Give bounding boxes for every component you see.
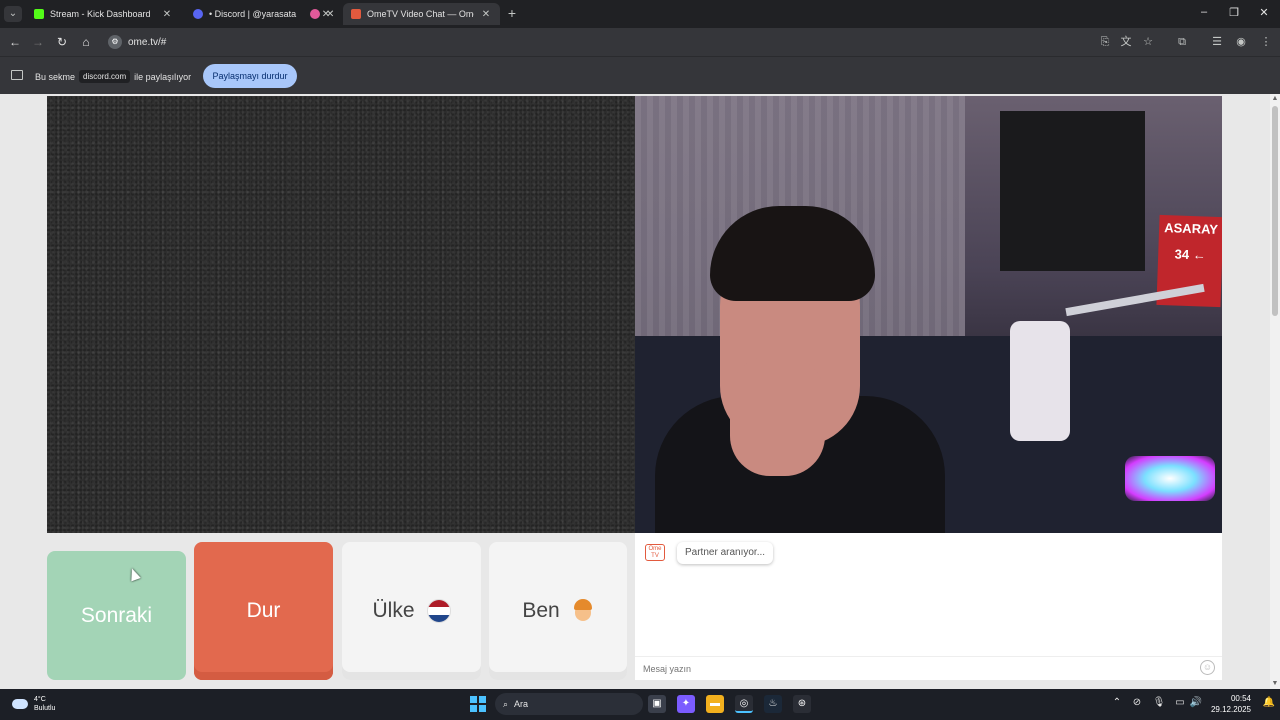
ometv-logo-icon: Ome TV [645, 544, 665, 561]
translate-icon[interactable]: 文 [1119, 35, 1133, 49]
tray-chevron-icon[interactable]: ⌃ [1110, 697, 1124, 708]
close-icon[interactable]: ✕ [161, 9, 173, 20]
clock-time: 00:54 [1230, 694, 1251, 703]
back-arrow-icon[interactable]: ← [7, 34, 23, 50]
message-input[interactable] [635, 656, 1222, 680]
taskbar-search[interactable]: ⌕ Ara [495, 693, 643, 715]
screen-share-icon [11, 70, 23, 80]
tab-search-chevron-icon[interactable]: ⌄ [4, 6, 22, 22]
volume-icon[interactable]: 🔊 [1189, 697, 1203, 708]
network-icon[interactable]: ▭ [1173, 697, 1187, 708]
restore-icon[interactable]: ❐ [1227, 6, 1241, 19]
tab-kick-dashboard[interactable]: Stream - Kick Dashboard ✕ [26, 3, 181, 25]
microphone-icon[interactable]: 🎙 [1152, 697, 1166, 708]
wall-poster [1000, 111, 1145, 271]
search-label: Ara [514, 699, 529, 709]
me-label: Ben [522, 599, 560, 622]
search-icon: ⌕ [503, 698, 509, 709]
page-scrollbar[interactable]: ▲ ▼ [1270, 94, 1280, 689]
notification-bell-icon[interactable]: 🔔 [1262, 697, 1276, 708]
boy-avatar-icon [572, 599, 594, 623]
self-camera-video: ASARAY 34 ← [635, 96, 1222, 533]
record-icon [310, 9, 320, 19]
url-text: ome.tv/# [128, 36, 167, 48]
ometv-icon [351, 9, 361, 19]
copilot-icon[interactable]: ✦ [677, 695, 695, 713]
stop-button[interactable]: Dur [194, 542, 333, 680]
profile-icon[interactable]: ◉ [1234, 35, 1248, 49]
sharing-prefix: Bu sekme [35, 71, 76, 82]
bookmark-star-icon[interactable]: ☆ [1141, 35, 1155, 49]
taskbar-clock[interactable]: 00:54 29.12.2025 [1205, 693, 1251, 715]
tab-title: Stream - Kick Dashboard [50, 9, 151, 19]
reading-list-icon[interactable]: ☰ [1210, 35, 1224, 49]
scroll-down-icon[interactable]: ▼ [1270, 679, 1280, 689]
chat-panel: Ome TV Partner aranıyor... ☺ [635, 533, 1222, 680]
stop-sharing-button[interactable]: Paylaşmayı durdur [203, 64, 297, 88]
tab-title: • Discord | @yarasata [209, 9, 297, 19]
file-explorer-icon[interactable]: ▬ [706, 695, 724, 713]
netherlands-flag-icon [426, 599, 451, 623]
clock-date: 29.12.2025 [1210, 705, 1251, 714]
rgb-light [1125, 456, 1215, 501]
me-button[interactable]: Ben [489, 542, 627, 680]
tab-ometv[interactable]: OmeTV Video Chat — Ome ✕ [343, 3, 500, 25]
install-app-icon[interactable]: ⎘ [1098, 35, 1112, 49]
tab-title: OmeTV Video Chat — Ome [367, 9, 474, 19]
tab-sharing-bar: Bu sekme discord.com ile paylaşılıyor Pa… [0, 56, 1280, 94]
reload-icon[interactable]: ↻ [54, 34, 70, 50]
sharing-site: discord.com [79, 70, 131, 83]
site-info-icon[interactable]: ⚙ [108, 35, 122, 49]
app-icon[interactable]: ⊛ [793, 695, 811, 713]
country-label: Ülke [372, 599, 415, 622]
close-icon[interactable]: ✕ [326, 9, 334, 20]
weather-widget[interactable]: 4°C Bulutlu [12, 695, 55, 713]
menu-kebab-icon[interactable]: ⋮ [1259, 35, 1273, 49]
next-button[interactable]: Sonraki [47, 551, 186, 680]
weather-desc: Bulutlu [34, 705, 56, 712]
extensions-icon[interactable]: ⧉ [1175, 35, 1189, 49]
microphone [1010, 321, 1070, 441]
close-icon[interactable]: ✕ [480, 9, 492, 20]
address-bar[interactable]: ⚙ ome.tv/# [104, 31, 1104, 53]
kick-icon [34, 9, 44, 19]
scrollbar-thumb[interactable] [1272, 106, 1278, 316]
steam-icon[interactable]: ♨ [764, 695, 782, 713]
windows-start-icon[interactable] [469, 695, 487, 713]
sharing-suffix: ile paylaşılıyor [134, 71, 192, 82]
sharing-message: Bu sekme discord.com ile paylaşılıyor [35, 70, 191, 83]
next-label: Sonraki [80, 603, 153, 627]
tab-recording[interactable]: ✕ [302, 3, 340, 25]
minimize-icon[interactable]: – [1197, 6, 1211, 18]
tab-strip: ⌄ Stream - Kick Dashboard ✕ • Discord | … [0, 0, 1280, 28]
weather-temp: 4°C [34, 696, 46, 703]
country-button[interactable]: Ülke [342, 542, 481, 680]
scroll-up-icon[interactable]: ▲ [1270, 94, 1280, 104]
discord-icon [193, 9, 203, 19]
browser-toolbar: ← → ↻ ⌂ ⚙ ome.tv/# ⎘ 文 ☆ ⧉ ☰ ◉ ⋮ [0, 28, 1280, 56]
close-window-icon[interactable]: ✕ [1257, 6, 1271, 19]
stop-label: Dur [246, 599, 281, 622]
tray-app-icon[interactable]: ⊘ [1130, 697, 1144, 708]
windows-taskbar: 4°C Bulutlu ⌕ Ara ▣ ✦ ▬ ◎ ♨ ⊛ ⌃ ⊘ 🎙 ▭ 🔊 … [0, 689, 1280, 720]
emoji-picker-icon[interactable]: ☺ [1200, 660, 1215, 675]
home-icon[interactable]: ⌂ [78, 34, 94, 50]
partner-status-message: Partner aranıyor... [677, 542, 774, 564]
partner-video-static [47, 96, 635, 533]
chrome-icon[interactable]: ◎ [735, 695, 753, 713]
forward-arrow-icon[interactable]: → [30, 34, 46, 50]
person-hand [730, 356, 825, 476]
task-view-icon[interactable]: ▣ [648, 695, 666, 713]
new-tab-plus-icon[interactable]: + [505, 5, 519, 21]
cloud-icon [12, 699, 28, 709]
